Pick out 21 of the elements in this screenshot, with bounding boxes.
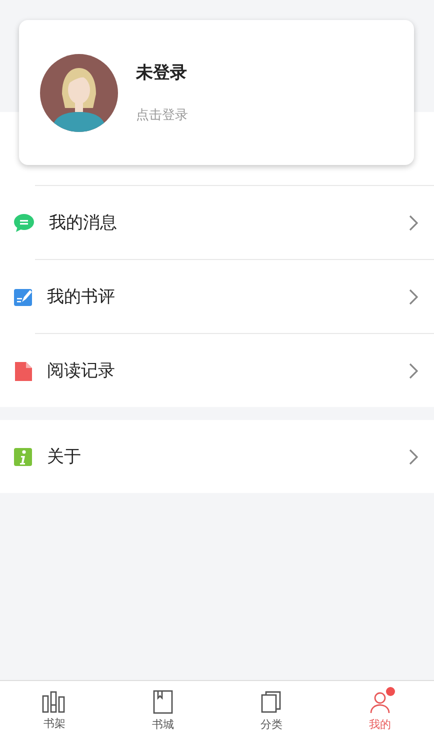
book-spines-icon <box>41 691 68 713</box>
tab[interactable]: 书架 <box>0 681 108 741</box>
stacked-pages-icon <box>259 690 284 714</box>
chevron-right-icon <box>409 214 418 230</box>
note-pencil-icon <box>13 286 33 306</box>
profile-card[interactable]: 未登录 点击登录 <box>19 20 414 165</box>
chevron-right-icon <box>409 288 418 304</box>
menu-item[interactable]: 我的书评 <box>35 259 434 333</box>
chevron-right-icon <box>409 362 418 378</box>
info-icon <box>13 446 33 466</box>
tab[interactable]: 书城 <box>108 681 217 741</box>
chat-bubble-icon <box>13 212 35 232</box>
document-icon <box>13 360 33 382</box>
menu-item[interactable]: 我的消息 <box>35 185 434 259</box>
chevron-right-icon <box>409 448 418 464</box>
book-icon <box>152 690 174 714</box>
tab[interactable]: 分类 <box>217 681 326 741</box>
menu-item[interactable]: 关于 <box>0 420 434 493</box>
person-icon <box>368 690 392 714</box>
menu-item[interactable]: 阅读记录 <box>35 333 434 407</box>
username: 未登录 <box>136 62 188 84</box>
